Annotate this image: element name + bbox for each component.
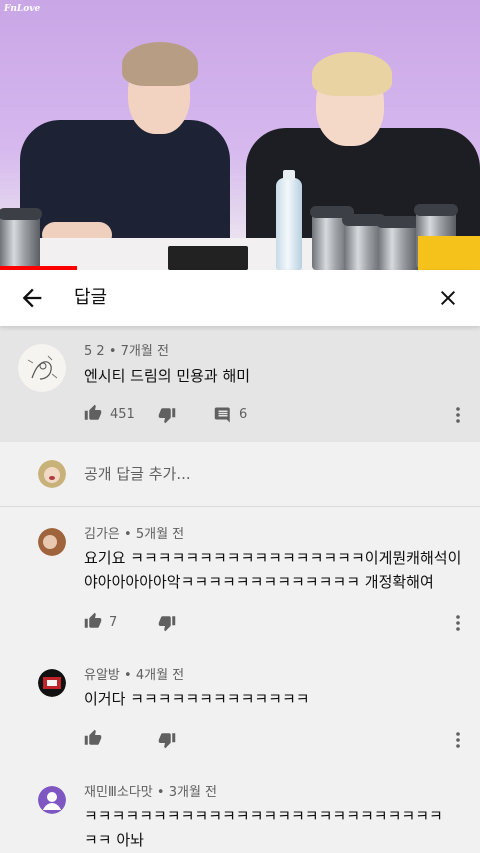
- divider: [0, 506, 480, 507]
- meta-separator: •: [124, 527, 136, 542]
- header-title: 답글: [74, 287, 108, 308]
- meta-separator: •: [124, 668, 136, 683]
- reply-author-avatar[interactable]: [38, 528, 66, 556]
- add-reply-row[interactable]: 공개 답글 추가...: [0, 442, 480, 506]
- more-options-icon[interactable]: [455, 406, 461, 424]
- dislike-icon[interactable]: [158, 406, 176, 424]
- parent-comment-meta: 5 2 • 7개월 전: [84, 343, 169, 361]
- reply-author-name[interactable]: 유알방: [84, 668, 120, 683]
- dislike-icon[interactable]: [158, 731, 176, 749]
- add-reply-input[interactable]: 공개 답글 추가...: [84, 462, 191, 486]
- reply-author-name[interactable]: 김가은: [84, 527, 120, 542]
- video-yellow-box: [418, 236, 480, 270]
- dislike-icon[interactable]: [158, 614, 176, 632]
- reply-text-line: ㅋㅋ 아놔: [84, 831, 144, 849]
- reply-author-avatar[interactable]: [38, 669, 66, 697]
- like-icon[interactable]: [84, 404, 102, 422]
- more-options-icon[interactable]: [455, 614, 461, 632]
- parent-comment-text: 엔시티 드림의 민용과 해미: [84, 367, 251, 385]
- reply-meta: 김가은 • 5개월 전: [84, 526, 184, 544]
- reply-author-name[interactable]: 재민Ⅲ소다맛: [84, 785, 153, 800]
- parent-comment: 5 2 • 7개월 전 엔시티 드림의 민용과 해미 451 6: [0, 326, 480, 442]
- video-player[interactable]: FnLove: [0, 0, 480, 270]
- reply-like-count: 7: [109, 615, 118, 630]
- more-options-icon[interactable]: [455, 731, 461, 749]
- close-icon[interactable]: [436, 286, 460, 310]
- parent-like-count: 451: [110, 407, 135, 422]
- video-water-bottle: [276, 170, 302, 270]
- reply-meta: 유알방 • 4개월 전: [84, 667, 184, 685]
- reply-author-avatar[interactable]: [38, 786, 66, 814]
- video-tumbler: [0, 208, 42, 270]
- like-icon[interactable]: [84, 612, 102, 630]
- replies-header: 답글: [0, 270, 480, 326]
- parent-reply-count: 6: [239, 407, 248, 422]
- video-paint-palette: [168, 246, 248, 270]
- back-arrow-icon[interactable]: [18, 284, 46, 312]
- like-icon[interactable]: [84, 729, 102, 747]
- reply-text-line: 이거다 ㅋㅋㅋㅋㅋㅋㅋㅋㅋㅋㅋㅋㅋ: [84, 690, 310, 708]
- current-user-avatar: [38, 460, 66, 488]
- reply-meta: 재민Ⅲ소다맛 • 3개월 전: [84, 784, 217, 802]
- reply-text-line: ㅋㅋㅋㅋㅋㅋㅋㅋㅋㅋㅋㅋㅋㅋㅋㅋㅋㅋㅋㅋㅋㅋㅋㅋㅋㅋ: [84, 807, 443, 825]
- reply-time: 5개월 전: [135, 527, 185, 542]
- meta-separator: •: [108, 344, 121, 359]
- reply-text-line: 요기요 ㅋㅋㅋㅋㅋㅋㅋㅋㅋㅋㅋㅋㅋㅋㅋㅋㅋ이게뭔캐해석이: [84, 549, 462, 567]
- parent-author-avatar[interactable]: [18, 344, 66, 392]
- reply-time: 3개월 전: [168, 785, 218, 800]
- channel-watermark: FnLove: [4, 4, 41, 14]
- reply-comment-icon[interactable]: [214, 406, 232, 424]
- video-tumbler: [376, 216, 420, 270]
- reply-time: 4개월 전: [135, 668, 185, 683]
- parent-comment-time: 7개월 전: [120, 344, 169, 359]
- meta-separator: •: [156, 785, 169, 800]
- parent-author-name[interactable]: 5 2: [84, 344, 105, 359]
- reply-text-line: 야아아아아아악ㅋㅋㅋㅋㅋㅋㅋㅋㅋㅋㅋㅋㅋ 개정확해여: [84, 573, 434, 591]
